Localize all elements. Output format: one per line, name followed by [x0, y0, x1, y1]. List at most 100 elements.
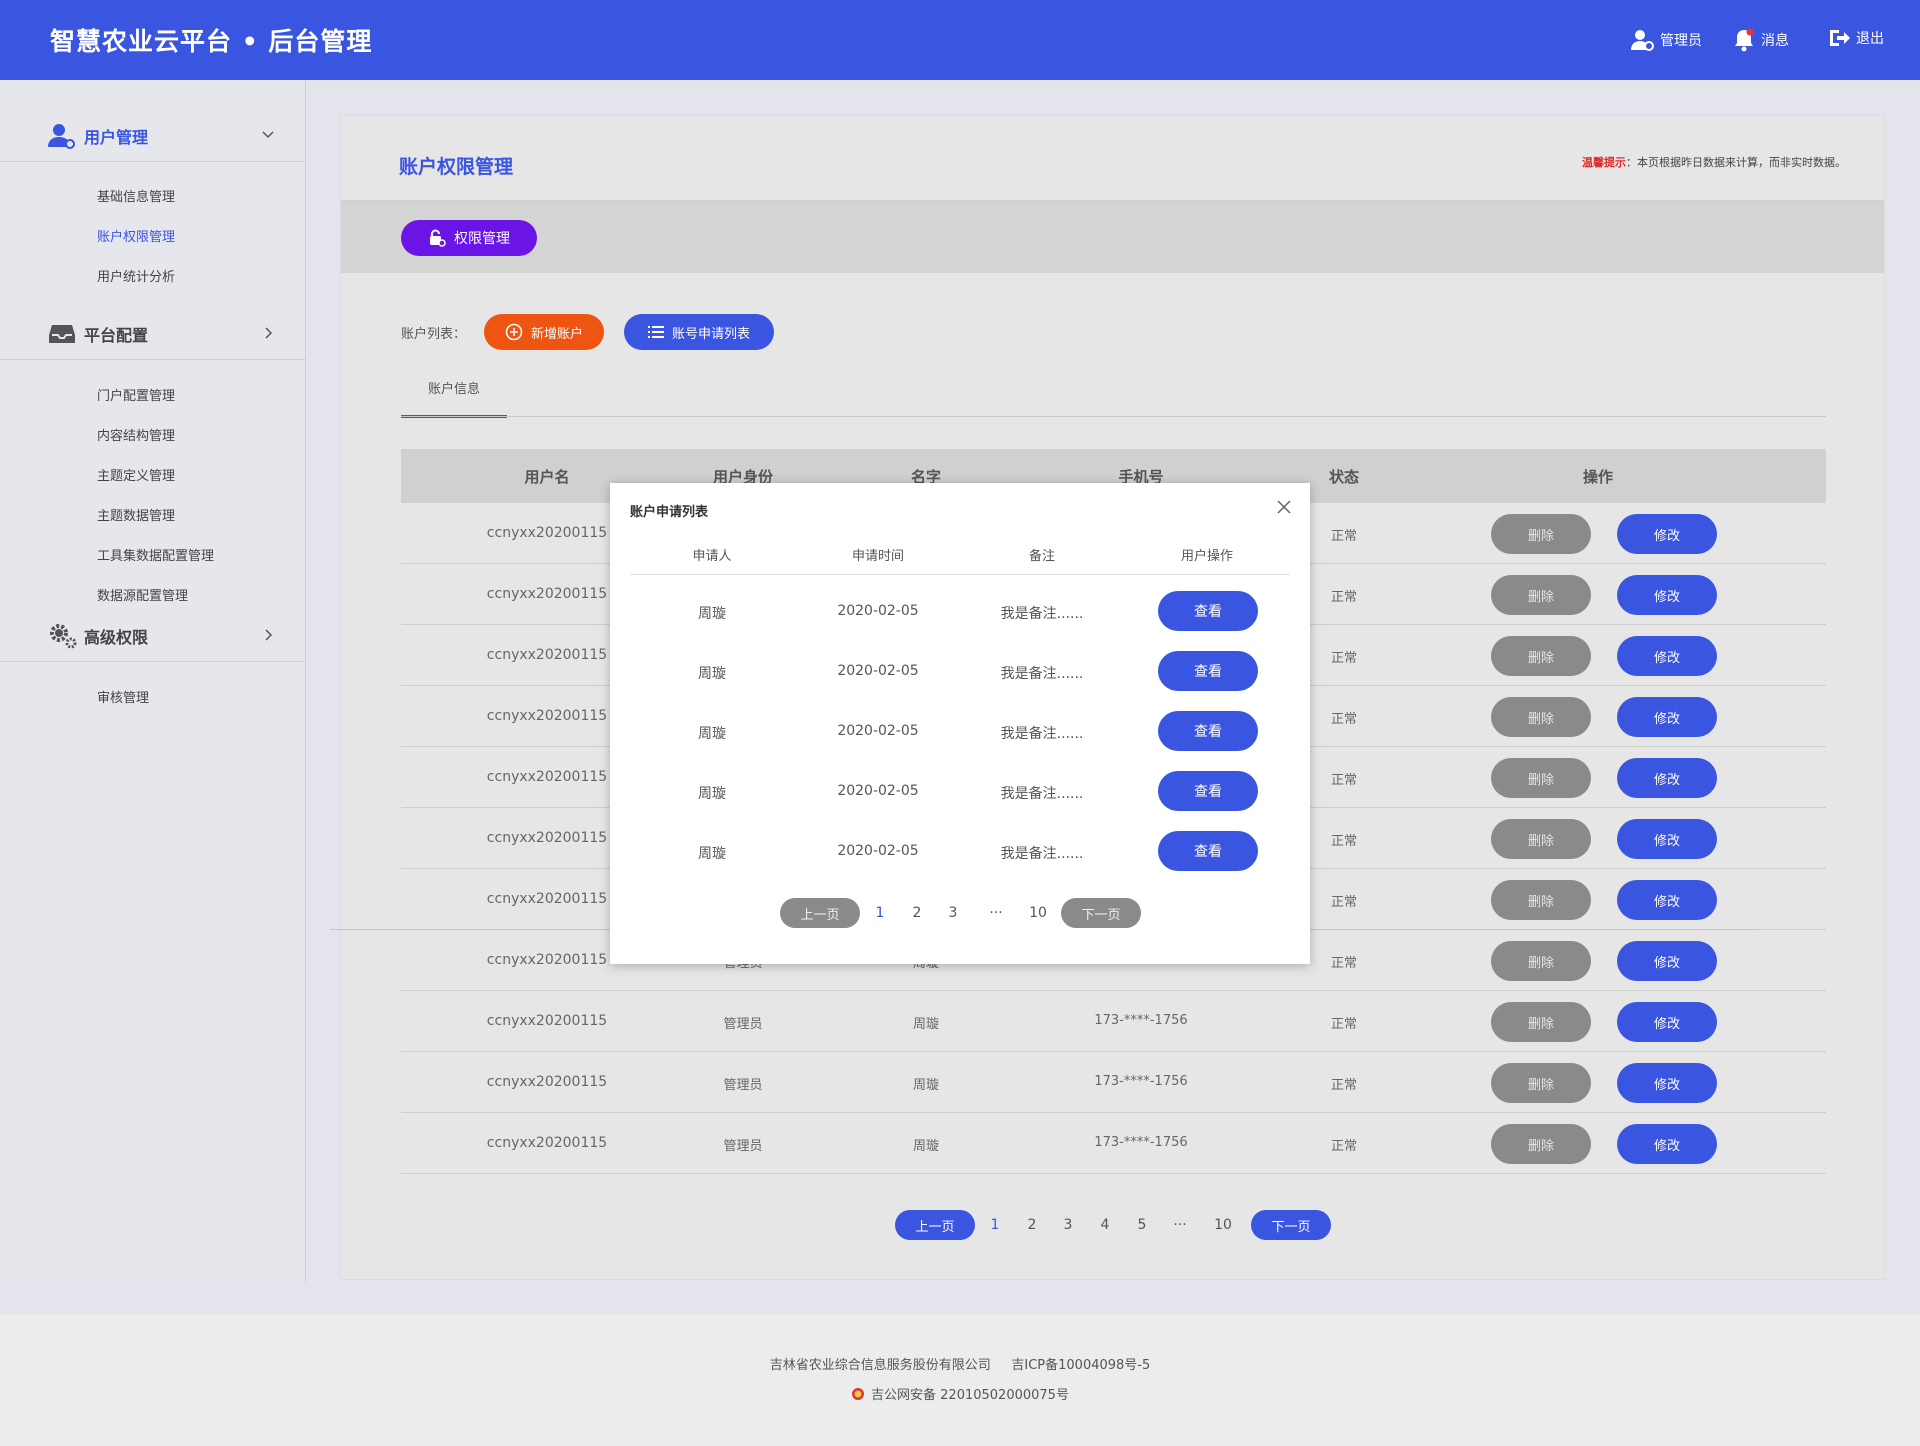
footer-security-line: 吉公网安备 22010502000075号 [0, 1384, 1920, 1403]
page-number[interactable]: 10 [1029, 905, 1047, 921]
delete-button[interactable]: 删除 [1491, 636, 1591, 676]
logout-button[interactable]: 退出 [1828, 28, 1884, 48]
delete-button[interactable]: 删除 [1491, 1124, 1591, 1164]
cell-status: 正常 [1330, 651, 1358, 666]
page-number[interactable]: 5 [1138, 1217, 1147, 1233]
view-button[interactable]: 查看 [1158, 831, 1258, 871]
message-label: 消息 [1761, 33, 1789, 49]
table-row: ccnyxx20200115 管理员 周璇 173-****-1756 正常 删除修改 [401, 991, 1826, 1052]
sidebar-item-user-statistics[interactable]: 用户统计分析 [97, 266, 175, 285]
view-button[interactable]: 查看 [1158, 771, 1258, 811]
cell-user: ccnyxx20200115 [486, 525, 608, 541]
edit-button[interactable]: 修改 [1617, 514, 1717, 554]
sidebar-item-toolset-data-config[interactable]: 工具集数据配置管理 [97, 545, 214, 564]
edit-button[interactable]: 修改 [1617, 1063, 1717, 1103]
logout-label: 退出 [1856, 31, 1884, 47]
cell-user: ccnyxx20200115 [486, 586, 608, 602]
edit-button[interactable]: 修改 [1617, 1002, 1717, 1042]
sidebar-item-basic-info[interactable]: 基础信息管理 [97, 186, 175, 205]
sidebar-item-content-structure[interactable]: 内容结构管理 [97, 425, 175, 444]
page-number[interactable]: 3 [1064, 1217, 1073, 1233]
chevron-right-icon [265, 327, 273, 339]
chevron-down-icon [262, 131, 274, 139]
sidebar-item-review-management[interactable]: 审核管理 [97, 687, 149, 706]
page-number[interactable]: 1 [876, 905, 885, 921]
police-badge-icon [852, 1387, 865, 1400]
prev-page-button[interactable]: 上一页 [895, 1210, 975, 1240]
column-header: 操作 [1582, 468, 1614, 486]
close-icon[interactable] [1276, 499, 1292, 515]
cell-note: 我是备注...... [1000, 786, 1084, 802]
page-number[interactable]: 2 [913, 905, 922, 921]
account-application-list-button[interactable]: 账号申请列表 [624, 314, 774, 350]
sidebar-group-user-management[interactable]: 用户管理 [0, 110, 305, 162]
cell-user: ccnyxx20200115 [486, 891, 608, 907]
edit-button[interactable]: 修改 [1617, 575, 1717, 615]
view-button[interactable]: 查看 [1158, 591, 1258, 631]
sidebar-item-datasource-config[interactable]: 数据源配置管理 [97, 585, 188, 604]
sidebar-group-advanced-permissions[interactable]: 高级权限 [0, 610, 305, 662]
tip-label: 温馨提示 [1582, 156, 1626, 169]
plus-circle-icon [505, 323, 523, 341]
add-account-button[interactable]: 新增账户 [484, 314, 604, 350]
cell-applicant: 周璇 [698, 666, 726, 682]
column-header: 用户操作 [1180, 549, 1234, 564]
cell-phone: 173-****-1756 [1094, 1074, 1188, 1089]
modal-table-row: 周璇 2020-02-05 我是备注...... 查看 [630, 711, 1290, 771]
sidebar-item-theme-definition[interactable]: 主题定义管理 [97, 465, 175, 484]
table-row: ccnyxx20200115 管理员 周璇 173-****-1756 正常 删除修改 [401, 1052, 1826, 1113]
sidebar-item-account-permissions[interactable]: 账户权限管理 [97, 226, 175, 245]
view-button[interactable]: 查看 [1158, 651, 1258, 691]
delete-button[interactable]: 删除 [1491, 758, 1591, 798]
page-ellipsis: ··· [989, 905, 1003, 921]
delete-button[interactable]: 删除 [1491, 819, 1591, 859]
delete-button[interactable]: 删除 [1491, 1002, 1591, 1042]
delete-button[interactable]: 删除 [1491, 880, 1591, 920]
messages-menu[interactable]: 消息 [1733, 28, 1789, 52]
cell-name: 周璇 [912, 1017, 940, 1032]
bell-icon [1735, 28, 1754, 52]
footer-company-line: 吉林省农业综合信息服务股份有限公司 吉ICP备10004098号-5 [769, 1358, 1151, 1373]
cell-user: ccnyxx20200115 [486, 647, 608, 663]
sidebar-item-portal-config[interactable]: 门户配置管理 [97, 385, 175, 404]
cell-role: 管理员 [723, 1139, 763, 1154]
page-number[interactable]: 10 [1214, 1217, 1232, 1233]
modal-next-page-button[interactable]: 下一页 [1061, 898, 1141, 928]
admin-menu[interactable]: 管理员 [1630, 28, 1702, 52]
footer: 吉林省农业综合信息服务股份有限公司 吉ICP备10004098号-5 吉公网安备… [0, 1314, 1920, 1446]
modal-table-row: 周璇 2020-02-05 我是备注...... 查看 [630, 651, 1290, 711]
view-button[interactable]: 查看 [1158, 711, 1258, 751]
next-page-button[interactable]: 下一页 [1251, 1210, 1331, 1240]
delete-button[interactable]: 删除 [1491, 514, 1591, 554]
column-header: 申请时间 [851, 549, 905, 564]
edit-button[interactable]: 修改 [1617, 1124, 1717, 1164]
modal-prev-page-button[interactable]: 上一页 [780, 898, 860, 928]
unlock-settings-icon [430, 229, 446, 247]
tip-text: ：本页根据昨日数据来计算，而非实时数据。 [1626, 156, 1846, 169]
modal-title: 账户申请列表 [630, 505, 709, 520]
edit-button[interactable]: 修改 [1617, 941, 1717, 981]
edit-button[interactable]: 修改 [1617, 636, 1717, 676]
tab-account-info[interactable]: 账户信息 [401, 376, 507, 418]
inbox-icon [49, 325, 75, 343]
sidebar-item-theme-data[interactable]: 主题数据管理 [97, 505, 175, 524]
edit-button[interactable]: 修改 [1617, 758, 1717, 798]
permission-management-button[interactable]: 权限管理 [401, 220, 537, 256]
chevron-right-icon [265, 629, 273, 641]
logout-icon [1830, 30, 1850, 46]
gears-icon [50, 624, 77, 649]
delete-button[interactable]: 删除 [1491, 1063, 1591, 1103]
delete-button[interactable]: 删除 [1491, 941, 1591, 981]
edit-button[interactable]: 修改 [1617, 819, 1717, 859]
page-number[interactable]: 2 [1028, 1217, 1037, 1233]
page-number[interactable]: 3 [949, 905, 958, 921]
sidebar-group-label: 高级权限 [84, 627, 149, 647]
sidebar-group-platform-config[interactable]: 平台配置 [0, 308, 305, 360]
page-number[interactable]: 1 [991, 1217, 1000, 1233]
edit-button[interactable]: 修改 [1617, 880, 1717, 920]
modal-table-row: 周璇 2020-02-05 我是备注...... 查看 [630, 591, 1290, 651]
edit-button[interactable]: 修改 [1617, 697, 1717, 737]
page-number[interactable]: 4 [1101, 1217, 1110, 1233]
delete-button[interactable]: 删除 [1491, 697, 1591, 737]
delete-button[interactable]: 删除 [1491, 575, 1591, 615]
